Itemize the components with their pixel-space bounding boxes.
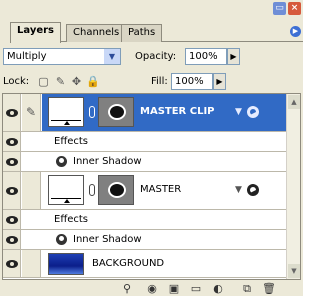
fx-icon — [247, 106, 259, 118]
lock-row: Lock: ▢ ✎ ✥ 🔒 Fill: 100% ▶ — [0, 71, 303, 93]
lock-move-icon[interactable]: ✥ — [70, 75, 83, 88]
layer-name[interactable]: MASTER — [140, 183, 181, 197]
opacity-label: Opacity: — [135, 51, 177, 62]
effect-row[interactable]: Inner Shadow — [3, 152, 287, 172]
effects-content: Effects — [22, 210, 287, 229]
visibility-column — [3, 94, 21, 131]
link-layers-icon[interactable]: ⚲ — [120, 282, 134, 295]
new-set-icon[interactable]: ▭ — [189, 282, 203, 295]
effect-content: Inner Shadow — [22, 230, 287, 249]
effects-label: Effects — [54, 214, 88, 225]
layer-thumbnail[interactable] — [48, 175, 84, 205]
effect-content: Inner Shadow — [22, 152, 287, 171]
effects-row[interactable]: Effects — [3, 132, 287, 152]
add-mask-icon[interactable]: ▣ — [167, 282, 181, 295]
fill-slider-icon[interactable]: ▶ — [213, 73, 226, 90]
new-layer-icon[interactable]: ⧉ — [240, 282, 254, 295]
panel-menu-icon[interactable]: ▶ — [290, 26, 301, 37]
lock-label: Lock: — [3, 76, 30, 87]
blend-row: Multiply ▼ Opacity: 100% ▶ — [0, 45, 303, 69]
visibility-column — [3, 132, 21, 151]
brush-icon: ✎ — [26, 105, 37, 119]
effects-expand-icon[interactable]: ▼ — [235, 107, 242, 117]
layer-content: MASTER CLIP ▼ — [42, 94, 287, 131]
layers-panel: ▭ × Layers Channels Paths ▶ Multiply ▼ O… — [0, 0, 303, 296]
tab-channels[interactable]: Channels — [66, 24, 127, 42]
effects-expand-icon[interactable]: ▼ — [235, 185, 242, 195]
eye-icon[interactable] — [6, 158, 18, 166]
visibility-column — [3, 250, 21, 277]
add-style-icon[interactable]: ◉ — [145, 282, 159, 295]
layer-name[interactable]: BACKGROUND — [92, 257, 164, 271]
layer-content: MASTER ▼ — [42, 172, 287, 209]
close-icon[interactable]: × — [288, 2, 301, 15]
layers-list: ✎ MASTER CLIP ▼ Effects Inner Shadow MAS… — [2, 93, 301, 280]
effect-name: Inner Shadow — [73, 156, 142, 167]
window-controls: ▭ × — [273, 2, 301, 15]
layer-row-master-clip[interactable]: ✎ MASTER CLIP ▼ — [3, 94, 287, 132]
link-column — [22, 172, 41, 209]
chain-link-icon[interactable] — [89, 184, 95, 196]
lock-paint-icon[interactable]: ✎ — [54, 75, 67, 88]
layer-row-background[interactable]: BACKGROUND — [3, 250, 287, 278]
scroll-up-icon[interactable]: ▲ — [288, 95, 300, 109]
link-column: ✎ — [22, 94, 41, 131]
adjustment-layer-icon[interactable]: ◐ — [211, 282, 225, 295]
layer-row-master[interactable]: MASTER ▼ — [3, 172, 287, 210]
eye-icon[interactable] — [6, 109, 18, 117]
visibility-column — [3, 172, 21, 209]
layer-name[interactable]: MASTER CLIP — [140, 105, 215, 119]
layer-thumbnail[interactable] — [48, 97, 84, 127]
eye-icon[interactable] — [6, 187, 18, 195]
chevron-down-icon: ▼ — [104, 49, 120, 64]
effect-name: Inner Shadow — [73, 234, 142, 245]
visibility-column — [3, 152, 21, 171]
effects-label: Effects — [54, 136, 88, 147]
eye-icon[interactable] — [6, 260, 18, 268]
mask-thumbnail[interactable] — [98, 175, 134, 205]
scroll-down-icon[interactable]: ▼ — [288, 264, 300, 278]
tab-layers[interactable]: Layers — [10, 22, 61, 43]
tab-paths[interactable]: Paths — [121, 24, 163, 42]
fx-icon — [247, 184, 259, 196]
trash-icon[interactable]: 🗑 — [262, 282, 276, 295]
effects-content: Effects — [22, 132, 287, 151]
minimize-icon[interactable]: ▭ — [273, 2, 286, 15]
fx-icon — [56, 234, 67, 245]
blend-mode-select[interactable]: Multiply ▼ — [3, 48, 121, 65]
opacity-input[interactable]: 100% — [185, 48, 227, 65]
eye-icon[interactable] — [6, 216, 18, 224]
effect-row[interactable]: Inner Shadow — [3, 230, 287, 250]
layer-content: BACKGROUND — [42, 250, 287, 277]
eye-icon[interactable] — [6, 236, 18, 244]
lock-transparency-icon[interactable]: ▢ — [37, 75, 50, 88]
visibility-column — [3, 230, 21, 249]
fill-label: Fill: — [151, 76, 168, 87]
fx-icon — [56, 156, 67, 167]
layer-thumbnail[interactable] — [48, 253, 84, 275]
chain-link-icon[interactable] — [89, 106, 95, 118]
opacity-slider-icon[interactable]: ▶ — [227, 48, 240, 65]
mask-thumbnail[interactable] — [98, 97, 134, 127]
bottom-toolbar: ⚲ ◉ ▣ ▭ ◐ ⧉ 🗑 — [0, 281, 303, 296]
eye-icon[interactable] — [6, 138, 18, 146]
blend-mode-value: Multiply — [7, 51, 47, 62]
effects-row[interactable]: Effects — [3, 210, 287, 230]
fill-input[interactable]: 100% — [171, 73, 213, 90]
scrollbar[interactable]: ▲ ▼ — [286, 94, 300, 279]
visibility-column — [3, 210, 21, 229]
link-column — [22, 250, 41, 277]
lock-all-icon[interactable]: 🔒 — [86, 75, 100, 88]
tab-bar: Layers Channels Paths ▶ — [10, 22, 303, 43]
